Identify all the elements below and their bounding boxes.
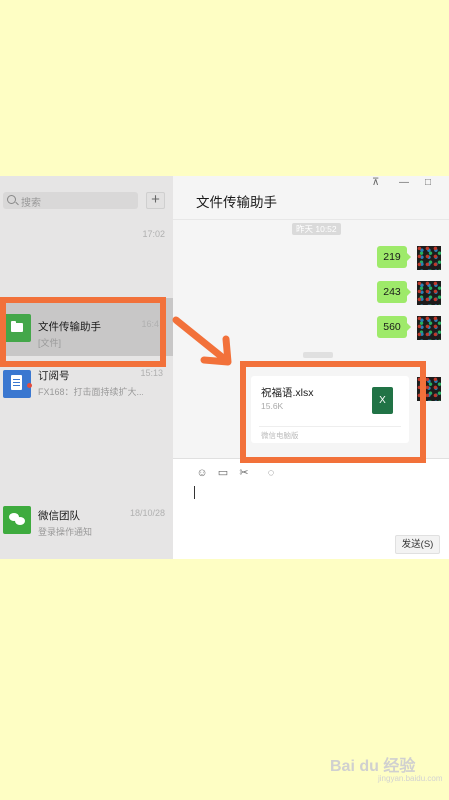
watermark-logo: Bai du 经验 (330, 758, 416, 775)
folder-icon[interactable]: ▭ (216, 466, 230, 480)
chat-title: 文件传输助手 (196, 195, 277, 210)
chat-preview: FX168：打击面持续扩大... (38, 387, 143, 397)
message-bubble[interactable]: 243 (377, 281, 411, 303)
annotation-box-chat (0, 297, 166, 367)
chat-time: 18/10/28 (129, 508, 165, 518)
search-placeholder: 搜索 (21, 198, 41, 209)
chat-time: 15:13 (140, 368, 163, 378)
text-caret (194, 486, 195, 499)
maximize-icon[interactable]: □ (425, 177, 431, 188)
wechat-team-avatar (3, 506, 31, 534)
chat-history-icon[interactable]: ◌ (264, 466, 278, 480)
chat-name: 订阅号 (38, 370, 70, 382)
message-bubble[interactable]: 219 (377, 246, 411, 268)
annotation-arrow (172, 316, 232, 366)
chat-item-unnamed[interactable]: 17:02 (0, 219, 173, 277)
avatar[interactable] (417, 281, 441, 305)
chat-list-sidebar: 搜索 + 17:02 文件传输助手 [文件] 16:4 订阅号 FX168：打击… (0, 176, 173, 559)
chat-name: 微信团队 (38, 510, 80, 522)
minimize-icon[interactable]: — (399, 177, 409, 188)
time-separator-faint (303, 352, 333, 358)
message-bubble[interactable]: 560 (377, 316, 411, 338)
message-time-separator: 昨天 10:52 (292, 223, 341, 235)
message-composer[interactable]: ☺ ▭ ✂ ◌ 发送(S) (173, 458, 449, 559)
watermark-url: jingyan.baidu.com (378, 774, 443, 783)
add-chat-button[interactable]: + (146, 192, 165, 209)
avatar[interactable] (417, 246, 441, 270)
unread-dot (27, 383, 32, 388)
emoji-icon[interactable]: ☺ (195, 466, 209, 480)
search-input[interactable]: 搜索 (3, 192, 138, 209)
avatar[interactable] (417, 316, 441, 340)
document-icon (11, 375, 22, 390)
chat-header: 文件传输助手 ⊼ — □ (173, 176, 449, 220)
search-icon (7, 195, 16, 204)
scissors-icon[interactable]: ✂ (237, 466, 251, 480)
annotation-box-file (240, 361, 426, 463)
send-button[interactable]: 发送(S) (395, 535, 440, 554)
chat-item-wechat-team[interactable]: 微信团队 登录操作通知 18/10/28 (0, 493, 173, 551)
chat-preview: 登录操作通知 (38, 527, 93, 537)
chat-bubbles-icon (9, 513, 25, 525)
pin-icon[interactable]: ⊼ (372, 177, 379, 188)
chat-time: 17:02 (142, 229, 165, 239)
